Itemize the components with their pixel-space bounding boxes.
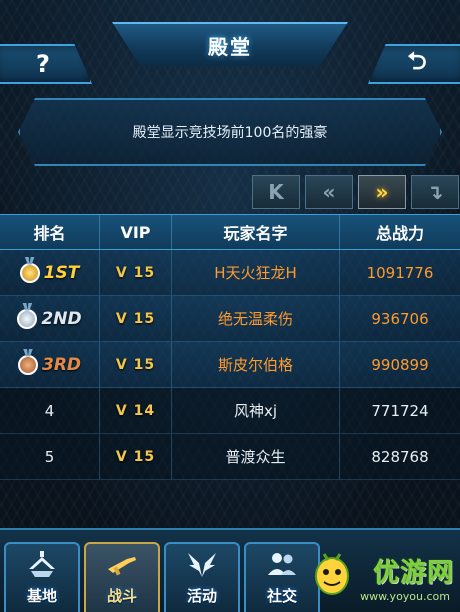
vip-cell: V 15 bbox=[100, 342, 172, 387]
table-row[interactable]: 4 V 14 风神xj 771724 bbox=[0, 388, 460, 434]
rank-cell: 2ND bbox=[0, 296, 100, 341]
vip-level: V 15 bbox=[115, 448, 156, 465]
next-page-button[interactable]: » bbox=[358, 175, 406, 209]
player-name: 斯皮尔伯格 bbox=[172, 342, 340, 387]
nav-activity[interactable]: 活动 bbox=[164, 542, 240, 612]
table-row[interactable]: 3RD V 15 斯皮尔伯格 990899 bbox=[0, 342, 460, 388]
table-row[interactable]: 2ND V 15 绝无温柔伤 936706 bbox=[0, 296, 460, 342]
table-row[interactable]: 1ST V 15 H天火狂龙H 1091776 bbox=[0, 250, 460, 296]
first-page-icon: K bbox=[268, 180, 284, 204]
player-name: 绝无温柔伤 bbox=[172, 296, 340, 341]
rank-label: 3RD bbox=[41, 354, 82, 375]
header-power: 总战力 bbox=[375, 224, 424, 243]
total-power: 771724 bbox=[371, 401, 429, 420]
header-name: 玩家名字 bbox=[172, 215, 340, 249]
rank-label: 2ND bbox=[41, 308, 82, 329]
next-page-icon: » bbox=[375, 180, 389, 204]
silver-medal-icon bbox=[17, 308, 38, 329]
rank-label: 1ST bbox=[43, 262, 80, 283]
vip-level: V 15 bbox=[115, 356, 156, 373]
help-icon: ? bbox=[36, 50, 50, 78]
player-name: 风神xj bbox=[172, 388, 340, 433]
rank-cell: 3RD bbox=[0, 342, 100, 387]
nav-label: 基地 bbox=[26, 587, 57, 605]
base-icon bbox=[29, 551, 55, 577]
total-power: 1091776 bbox=[366, 263, 434, 282]
info-banner: 殿堂显示竞技场前100名的强豪 bbox=[18, 98, 442, 166]
first-page-button[interactable]: K bbox=[252, 175, 300, 209]
total-power: 990899 bbox=[371, 355, 429, 374]
player-name: 普渡众生 bbox=[172, 434, 340, 479]
total-power: 828768 bbox=[371, 447, 429, 466]
vip-cell: V 14 bbox=[100, 388, 172, 433]
prev-page-icon: « bbox=[322, 180, 336, 204]
rank-label: 4 bbox=[0, 388, 100, 433]
total-power: 936706 bbox=[371, 309, 429, 328]
nav-label: 社交 bbox=[266, 587, 297, 605]
nav-label: 活动 bbox=[186, 587, 217, 605]
rank-label: 5 bbox=[0, 434, 100, 479]
banner-text: 殿堂显示竞技场前100名的强豪 bbox=[132, 125, 328, 141]
watermark-url: www.yoyou.com bbox=[360, 590, 450, 603]
page-title: 殿堂 bbox=[208, 34, 252, 59]
mascot-logo-icon bbox=[315, 553, 349, 595]
ranking-table: 排名 VIP 玩家名字 总战力 1ST V 15 H天火狂龙H 1091776 … bbox=[0, 214, 460, 480]
wings-icon bbox=[188, 553, 216, 577]
watermark: 优游网 www.yoyou.com bbox=[300, 540, 460, 612]
gold-medal-icon bbox=[19, 262, 40, 283]
pager: K « » ↴ bbox=[252, 175, 459, 209]
watermark-text: 优游网 bbox=[372, 558, 454, 588]
weapon-icon bbox=[108, 557, 136, 576]
rank-cell: 1ST bbox=[0, 250, 100, 295]
nav-label: 战斗 bbox=[106, 587, 137, 605]
back-arrow-icon: ⮌ bbox=[407, 46, 427, 75]
vip-cell: V 15 bbox=[100, 296, 172, 341]
vip-level: V 14 bbox=[115, 402, 156, 419]
nav-base[interactable]: 基地 bbox=[4, 542, 80, 612]
table-row[interactable]: 5 V 15 普渡众生 828768 bbox=[0, 434, 460, 480]
vip-level: V 15 bbox=[115, 264, 156, 281]
nav-battle[interactable]: 战斗 bbox=[84, 542, 160, 612]
player-name: H天火狂龙H bbox=[172, 250, 340, 295]
last-page-button[interactable]: ↴ bbox=[411, 175, 459, 209]
prev-page-button[interactable]: « bbox=[305, 175, 353, 209]
vip-level: V 15 bbox=[115, 310, 156, 327]
last-page-icon: ↴ bbox=[426, 180, 444, 204]
header-rank: 排名 bbox=[0, 215, 100, 249]
title-plate: 殿堂 bbox=[112, 22, 348, 66]
bronze-medal-icon bbox=[17, 354, 38, 375]
people-icon bbox=[268, 553, 296, 575]
header-vip: VIP bbox=[100, 215, 172, 249]
vip-cell: V 15 bbox=[100, 434, 172, 479]
vip-cell: V 15 bbox=[100, 250, 172, 295]
table-header: 排名 VIP 玩家名字 总战力 bbox=[0, 214, 460, 250]
